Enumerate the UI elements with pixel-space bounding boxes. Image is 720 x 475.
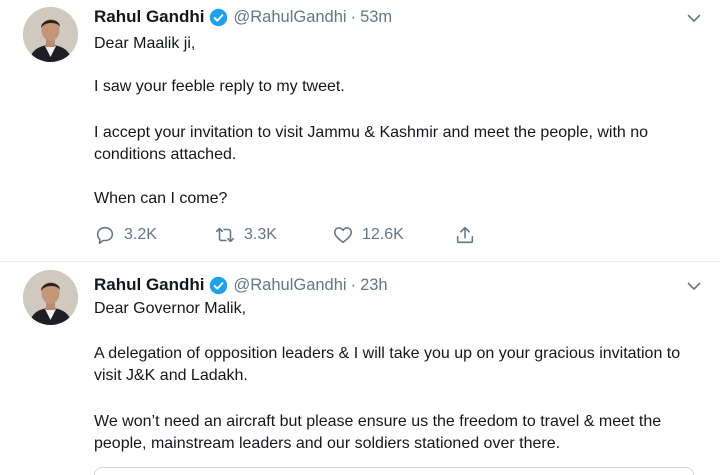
author-name[interactable]: Rahul Gandhi	[94, 275, 205, 295]
tweet-text-line: I accept your invitation to visit Jammu …	[94, 124, 649, 163]
tweet-text-line: We won’t need an aircraft but please ens…	[94, 413, 662, 452]
reply-bubble-icon	[94, 224, 116, 246]
separator-dot: ·	[350, 275, 357, 294]
tweet[interactable]: Rahul Gandhi @RahulGandhi · 23h Dear Gov…	[0, 262, 720, 475]
author-handle[interactable]: @RahulGandhi	[234, 276, 347, 295]
tweet-header: Rahul Gandhi @RahulGandhi · 23h	[94, 274, 388, 296]
timestamp[interactable]: 23h	[360, 276, 388, 295]
reply-count: 3.2K	[124, 226, 157, 243]
timestamp[interactable]: 53m	[360, 8, 392, 27]
chevron-down-icon[interactable]	[686, 10, 702, 26]
retweet-button[interactable]: 3.3K	[214, 224, 332, 246]
like-button[interactable]: 12.6K	[332, 224, 454, 246]
avatar[interactable]	[23, 7, 78, 62]
retweet-icon	[214, 224, 236, 246]
tweet-text-line: When can I come?	[94, 190, 228, 207]
share-upload-icon	[454, 224, 476, 246]
tweet-text-line: Dear Maalik ji,	[94, 35, 196, 52]
verified-badge-icon	[209, 8, 228, 27]
tweet-text-line: A delegation of opposition leaders & I w…	[94, 345, 681, 384]
author-handle[interactable]: @RahulGandhi	[234, 8, 347, 27]
chevron-down-icon[interactable]	[686, 278, 702, 294]
avatar[interactable]	[23, 270, 78, 325]
embedded-tweet-card[interactable]	[94, 467, 694, 475]
tweet-text-line: I saw your feeble reply to my tweet.	[94, 78, 345, 95]
tweet-actions: 3.2K 3.3K 12.6K	[94, 222, 476, 248]
retweet-count: 3.3K	[244, 226, 277, 243]
tweet-text-line: Dear Governor Malik,	[94, 300, 247, 317]
separator-dot: ·	[350, 7, 357, 26]
tweet[interactable]: Rahul Gandhi @RahulGandhi · 53m Dear Maa…	[0, 0, 720, 262]
verified-badge-icon	[209, 276, 228, 295]
tweet-header: Rahul Gandhi @RahulGandhi · 53m	[94, 6, 392, 28]
like-count: 12.6K	[362, 226, 404, 243]
reply-button[interactable]: 3.2K	[94, 224, 214, 246]
author-name[interactable]: Rahul Gandhi	[94, 7, 205, 27]
share-button[interactable]	[454, 224, 476, 246]
heart-icon	[332, 224, 354, 246]
